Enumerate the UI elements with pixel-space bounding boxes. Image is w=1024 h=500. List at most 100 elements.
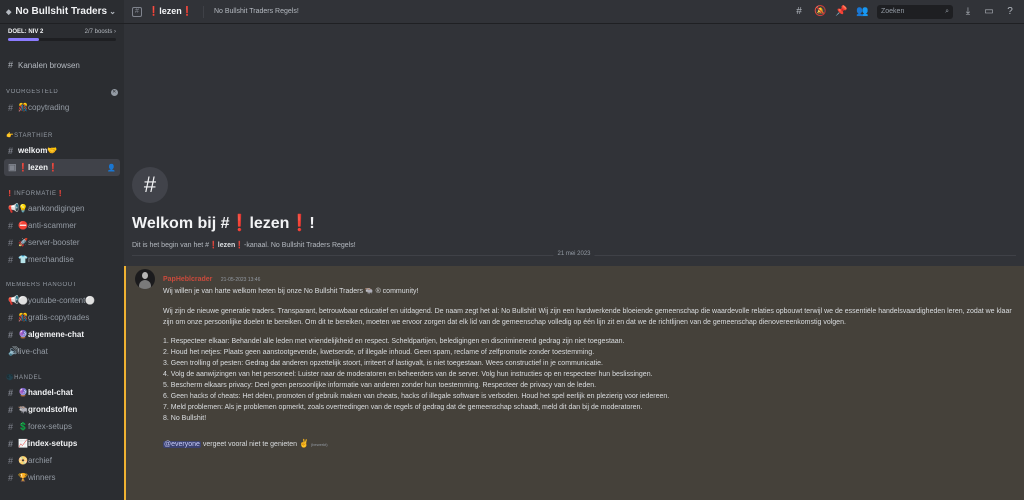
channel-merchandise[interactable]: # 👕 merchandise xyxy=(4,251,120,268)
rules-channel-icon: # xyxy=(132,6,142,17)
channel-label: youtube-content xyxy=(27,296,86,305)
date-divider: 21 mei 2023 xyxy=(132,251,1016,257)
inbox-icon[interactable]: ▭ xyxy=(983,6,995,18)
channel-aankondigingen[interactable]: 📢 💡 aankondigingen xyxy=(4,200,120,217)
welcome-desc-channel[interactable]: lezen xyxy=(218,242,236,249)
channel-title-label: lezen xyxy=(159,6,182,16)
category-starthier[interactable]: 👉STARTHIER xyxy=(0,128,124,142)
category-label: HANDEL xyxy=(14,374,43,381)
channel-algemene-chat[interactable]: # 🔮 algemene-chat xyxy=(4,326,120,343)
category-label: STARTHIER xyxy=(14,132,53,139)
browse-channels-label: Kanalen browsen xyxy=(18,60,80,70)
search-placeholder: Zoeken xyxy=(881,8,905,15)
everyone-mention[interactable]: @everyone xyxy=(163,441,201,448)
closing-emoji: ✌ xyxy=(298,439,309,448)
channel-lezen[interactable]: ▣ ❗ lezen ❗ 👤 xyxy=(4,159,120,176)
category-label: MEMBERS HANGOUT xyxy=(6,282,78,288)
toolbar-icons: # 🔕 📌 👥 Zoeken ⌕ ⤓ ▭ ? xyxy=(793,4,1016,19)
hash-icon: # xyxy=(8,220,14,231)
category-members-hangout[interactable]: MEMBERS HANGOUT xyxy=(0,278,124,292)
hash-grid-icon: # xyxy=(8,60,14,70)
channel-emoji: 🚀 xyxy=(18,238,28,247)
rule-item: 1. Respecteer elkaar: Behandel alle lede… xyxy=(163,338,625,345)
channel-title: ❗lezen❗ xyxy=(148,6,193,17)
main-panel: # ❗lezen❗ No Bullshit Traders Regels! # … xyxy=(124,0,1024,500)
message-header: PapHeblcrader 21-05-2023 13:46 xyxy=(163,268,1012,286)
channel-emoji: ⚪ xyxy=(18,296,28,305)
search-input[interactable]: Zoeken ⌕ xyxy=(877,4,953,19)
category-emoji: ❗ xyxy=(6,190,15,197)
help-icon[interactable]: ? xyxy=(1004,6,1016,18)
member-list-icon[interactable]: 👥 xyxy=(856,6,868,18)
hash-icon: # xyxy=(8,145,14,156)
hash-icon: # xyxy=(132,167,168,203)
channel-label: anti-scammer xyxy=(27,221,77,230)
channel-sidebar: ◆ No Bullshit Traders ⌄ DOEL: NIV 2 2/7 … xyxy=(0,0,124,500)
channel-label: aankondigingen xyxy=(27,204,85,213)
channel-handel-chat[interactable]: # 🔮 handel-chat xyxy=(4,384,120,401)
channel-server-booster[interactable]: # 🚀 server-booster xyxy=(4,234,120,251)
welcome-desc-prefix: Dit is het begin van het # xyxy=(132,242,210,249)
channel-forex-setups[interactable]: # 💲 forex-setups xyxy=(4,418,120,435)
channel-emoji: ❗ xyxy=(47,163,58,172)
channel-live-chat[interactable]: 🔊 live-chat xyxy=(4,343,120,360)
rule-item: 7. Meld problemen: Als je problemen opme… xyxy=(163,404,643,411)
channel-emoji: 🔮 xyxy=(18,388,28,397)
channel-winners[interactable]: # 🏆 winners xyxy=(4,469,120,486)
category-suggested[interactable]: VOORGESTELD ✕ xyxy=(0,85,124,99)
channel-archief[interactable]: # 📀 archief xyxy=(4,452,120,469)
channel-gratis-copytrades[interactable]: # 🎊 gratis-copytrades xyxy=(4,309,120,326)
server-name: No Bullshit Traders xyxy=(15,6,108,17)
pin-icon[interactable]: 📌 xyxy=(835,6,847,18)
channel-youtube-content[interactable]: 📢 ⚪ youtube-content ⚪ xyxy=(4,292,120,309)
channel-topic: No Bullshit Traders Regels! xyxy=(213,8,299,15)
welcome-desc-emoji: ❗ xyxy=(235,242,245,249)
add-member-icon[interactable]: 👤 xyxy=(107,164,116,172)
browse-channels-button[interactable]: # Kanalen browsen xyxy=(0,55,124,75)
avatar[interactable] xyxy=(135,269,155,289)
channel-label: live-chat xyxy=(18,347,48,356)
message[interactable]: PapHeblcrader 21-05-2023 13:46 Wij wille… xyxy=(124,266,1024,500)
channel-emoji: 🎊 xyxy=(18,313,28,322)
channel-topbar: # ❗lezen❗ No Bullshit Traders Regels! # … xyxy=(124,0,1024,24)
category-handel[interactable]: 🌑HANDEL xyxy=(0,370,124,384)
hash-icon: # xyxy=(8,387,14,398)
download-icon[interactable]: ⤓ xyxy=(962,6,974,18)
boost-goal-label: DOEL: NIV 2 xyxy=(8,29,44,35)
channel-label: gratis-copytrades xyxy=(27,313,90,322)
message-author[interactable]: PapHeblcrader xyxy=(163,276,212,283)
voice-channel-icon: 🔊 xyxy=(8,346,20,356)
channel-emoji: ❗ xyxy=(181,6,193,16)
channel-welkom[interactable]: # welkom 🤝 xyxy=(4,142,120,159)
server-header[interactable]: ◆ No Bullshit Traders ⌄ xyxy=(0,0,124,24)
welcome-title-prefix: Welkom bij # xyxy=(132,215,230,232)
channel-emoji: ❗ xyxy=(18,163,28,172)
channel-anti-scammer[interactable]: # ⛔ anti-scammer xyxy=(4,217,120,234)
chevron-right-icon: › xyxy=(114,29,116,35)
channel-index-setups[interactable]: # 📈 index-setups xyxy=(4,435,120,452)
channel-label: index-setups xyxy=(27,439,78,448)
channel-emoji: 🤝 xyxy=(47,146,58,155)
channel-emoji: 👕 xyxy=(18,255,28,264)
channel-emoji: 🔮 xyxy=(18,330,28,339)
channel-label: grondstoffen xyxy=(27,405,78,414)
hash-icon: # xyxy=(8,329,14,340)
rule-item: 8. No Bullshit! xyxy=(163,415,207,422)
rules-channel-icon: ▣ xyxy=(8,162,17,172)
category-informatie[interactable]: ❗INFORMATIE❗ xyxy=(0,186,124,200)
threads-icon[interactable]: # xyxy=(793,6,805,18)
channel-copytrading[interactable]: # 🎊 copytrading xyxy=(4,99,120,116)
hash-icon: # xyxy=(8,102,14,113)
welcome-desc-suffix: -kanaal. No Bullshit Traders Regels! xyxy=(244,242,356,249)
boost-goal[interactable]: DOEL: NIV 2 2/7 boosts › xyxy=(0,24,124,45)
boost-progress-fill xyxy=(8,38,40,41)
notifications-muted-icon[interactable]: 🔕 xyxy=(814,6,826,18)
channel-emoji: 📀 xyxy=(18,456,28,465)
rules-list: 1. Respecteer elkaar: Behandel alle lede… xyxy=(163,336,1012,424)
channel-grondstoffen[interactable]: # 🐃 grondstoffen xyxy=(4,401,120,418)
search-icon: ⌕ xyxy=(945,7,949,15)
channel-emoji: 💲 xyxy=(18,422,28,431)
channel-label: welkom xyxy=(18,146,48,155)
channel-label: archief xyxy=(27,456,52,465)
close-icon[interactable]: ✕ xyxy=(111,88,118,96)
